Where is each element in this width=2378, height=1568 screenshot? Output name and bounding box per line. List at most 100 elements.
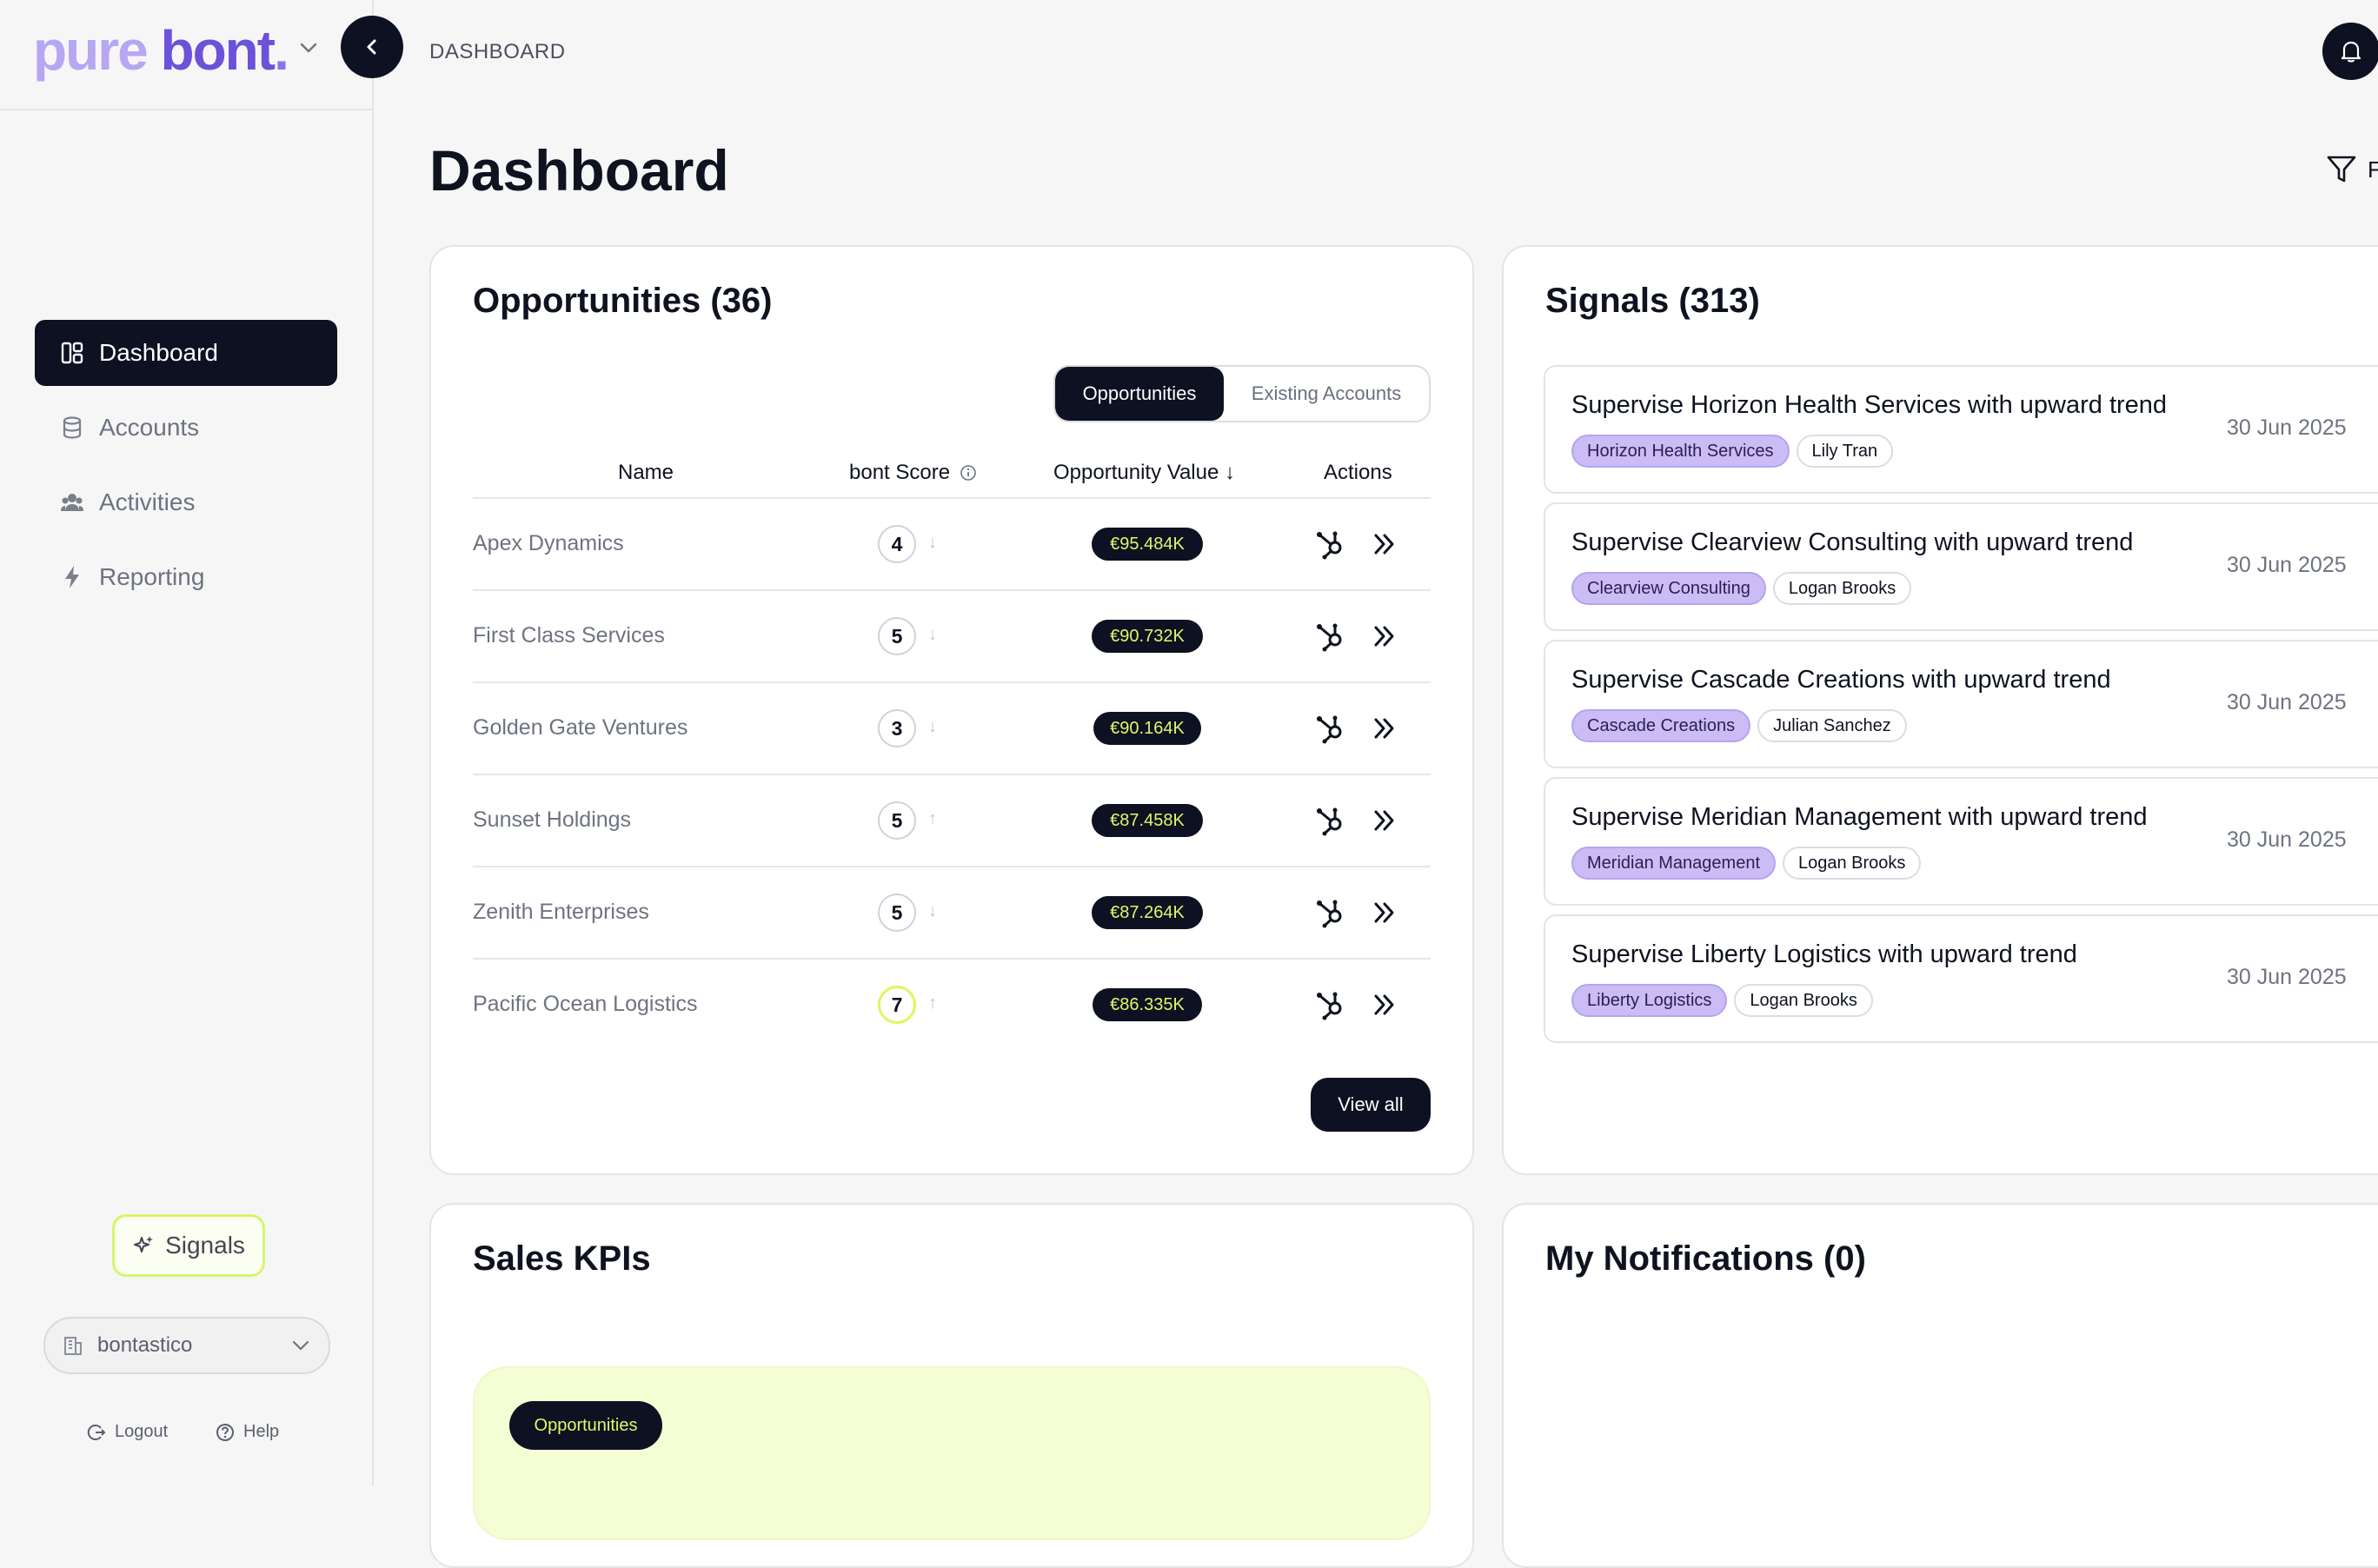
person-tag[interactable]: Lily Tran <box>1796 435 1894 468</box>
signal-tags: Cascade Creations Julian Sanchez <box>1571 709 1907 742</box>
sidebar-item-reporting[interactable]: Reporting <box>35 544 337 610</box>
company-tag[interactable]: Liberty Logistics <box>1571 984 1728 1017</box>
person-tag[interactable]: Logan Brooks <box>1734 984 1873 1017</box>
company-tag[interactable]: Cascade Creations <box>1571 709 1751 742</box>
logout-link[interactable]: Logout <box>87 1422 168 1442</box>
sidebar-item-accounts[interactable]: Accounts <box>35 395 337 461</box>
column-header-bont-score[interactable]: bont Score <box>849 461 950 485</box>
info-icon[interactable] <box>960 464 977 482</box>
table-divider <box>473 774 1431 775</box>
signal-item[interactable]: Supervise Horizon Health Services with u… <box>1544 365 2378 494</box>
collapse-sidebar-button[interactable] <box>341 16 403 78</box>
signal-title: Supervise Cascade Creations with upward … <box>1571 666 2111 694</box>
view-all-button[interactable]: View all <box>1311 1078 1431 1132</box>
column-header-opportunity-value[interactable]: Opportunity Value ↓ <box>1053 461 1235 485</box>
chevrons-right-icon[interactable] <box>1372 716 1398 741</box>
score-trend-arrow: ↓ <box>928 901 937 920</box>
notifications-button[interactable] <box>2322 23 2378 80</box>
hubspot-icon[interactable] <box>1314 805 1345 836</box>
opportunity-value-pill: €95.484K <box>1092 528 1203 561</box>
column-header-actions: Actions <box>1324 461 1392 484</box>
logo[interactable]: pure bont. <box>33 16 289 85</box>
sidebar-item-dashboard[interactable]: Dashboard <box>35 320 337 386</box>
logout-label: Logout <box>115 1422 169 1441</box>
breadcrumb[interactable]: DASHBOARD <box>429 40 566 64</box>
tab-opportunities[interactable]: Opportunities <box>1055 367 1224 421</box>
signal-tags: Liberty Logistics Logan Brooks <box>1571 984 1873 1017</box>
company-tag[interactable]: Clearview Consulting <box>1571 572 1766 605</box>
logout-icon <box>87 1423 106 1442</box>
opportunity-value-pill: €90.732K <box>1092 620 1203 653</box>
tab-existing-accounts[interactable]: Existing Accounts <box>1224 367 1429 421</box>
signal-date: 30 Jun 2025 <box>2227 553 2347 577</box>
person-tag[interactable]: Logan Brooks <box>1772 572 1912 605</box>
table-row-name[interactable]: Apex Dynamics <box>473 531 624 556</box>
signal-tags: Horizon Health Services Lily Tran <box>1571 435 1894 468</box>
filter-icon[interactable] <box>2326 155 2357 184</box>
opportunities-segmented-control: Opportunities Existing Accounts <box>1053 365 1431 422</box>
chevrons-right-icon[interactable] <box>1372 532 1398 556</box>
company-tag[interactable]: Meridian Management <box>1571 847 1776 880</box>
table-row-name[interactable]: Zenith Enterprises <box>473 900 649 925</box>
table-divider <box>473 589 1431 591</box>
page-title: Dashboard <box>429 138 729 203</box>
sidebar-item-label: Activities <box>99 488 196 515</box>
help-link[interactable]: Help <box>216 1422 279 1442</box>
opportunity-value-pill: €90.164K <box>1093 712 1201 745</box>
workspace-chevron-down-icon[interactable] <box>299 42 318 54</box>
signal-title: Supervise Clearview Consulting with upwa… <box>1571 528 2134 556</box>
filter-label[interactable]: F <box>2368 156 2378 183</box>
signal-date: 30 Jun 2025 <box>2227 965 2347 989</box>
table-divider <box>473 866 1431 867</box>
bont-score-badge: 3 <box>878 709 916 747</box>
notifications-title: My Notifications (0) <box>1545 1239 1866 1278</box>
signal-item[interactable]: Supervise Clearview Consulting with upwa… <box>1544 502 2378 631</box>
company-tag[interactable]: Horizon Health Services <box>1571 435 1790 468</box>
hubspot-icon[interactable] <box>1314 713 1345 744</box>
table-row-name[interactable]: Golden Gate Ventures <box>473 715 687 741</box>
hubspot-icon[interactable] <box>1314 897 1345 928</box>
signal-item[interactable]: Supervise Meridian Management with upwar… <box>1544 777 2378 906</box>
table-row-name[interactable]: Sunset Holdings <box>473 807 631 833</box>
hubspot-icon[interactable] <box>1314 528 1345 560</box>
hubspot-icon[interactable] <box>1314 621 1345 652</box>
bont-score-badge: 4 <box>878 525 916 563</box>
building-icon <box>63 1335 83 1356</box>
chevrons-right-icon[interactable] <box>1372 808 1398 833</box>
help-label: Help <box>243 1422 280 1441</box>
kpi-tab-opportunities[interactable]: Opportunities <box>509 1401 662 1450</box>
chevrons-right-icon[interactable] <box>1372 900 1398 925</box>
sidebar-item-activities[interactable]: Activities <box>35 469 337 535</box>
kpi-panel <box>473 1366 1431 1540</box>
signals-button-label: Signals <box>165 1232 245 1259</box>
table-row-name[interactable]: Pacific Ocean Logistics <box>473 992 697 1017</box>
signal-item[interactable]: Supervise Liberty Logistics with upward … <box>1544 914 2378 1043</box>
opportunity-value-pill: €87.458K <box>1092 804 1203 837</box>
signal-item[interactable]: Supervise Cascade Creations with upward … <box>1544 640 2378 768</box>
signal-date: 30 Jun 2025 <box>2227 415 2347 440</box>
signal-tags: Clearview Consulting Logan Brooks <box>1571 572 1912 605</box>
organization-select[interactable]: bontastico <box>43 1317 330 1374</box>
table-divider <box>473 681 1431 683</box>
logo-dot: . <box>274 19 289 82</box>
bell-icon <box>2341 41 2361 63</box>
opportunity-value-pill: €86.335K <box>1093 988 1202 1021</box>
score-trend-arrow: ↓ <box>928 717 937 736</box>
sidebar-item-label: Reporting <box>99 563 205 590</box>
signal-title: Supervise Liberty Logistics with upward … <box>1571 940 2077 968</box>
signal-title: Supervise Meridian Management with upwar… <box>1571 803 2148 831</box>
person-tag[interactable]: Julian Sanchez <box>1757 709 1907 742</box>
chevrons-right-icon[interactable] <box>1372 993 1398 1017</box>
sales-kpis-title: Sales KPIs <box>473 1239 651 1278</box>
table-row-name[interactable]: First Class Services <box>473 623 665 648</box>
table-divider <box>473 958 1431 960</box>
signal-title: Supervise Horizon Health Services with u… <box>1571 391 2168 419</box>
column-header-name[interactable]: Name <box>618 461 674 485</box>
signals-button[interactable]: Signals <box>112 1214 265 1277</box>
sidebar: pure bont. Dashboard Accounts Activities… <box>0 0 374 1486</box>
chevrons-right-icon[interactable] <box>1372 624 1398 648</box>
opportunity-value-pill: €87.264K <box>1092 896 1203 929</box>
hubspot-icon[interactable] <box>1314 989 1345 1020</box>
person-tag[interactable]: Logan Brooks <box>1783 847 1922 880</box>
bont-score-badge: 5 <box>878 801 916 840</box>
